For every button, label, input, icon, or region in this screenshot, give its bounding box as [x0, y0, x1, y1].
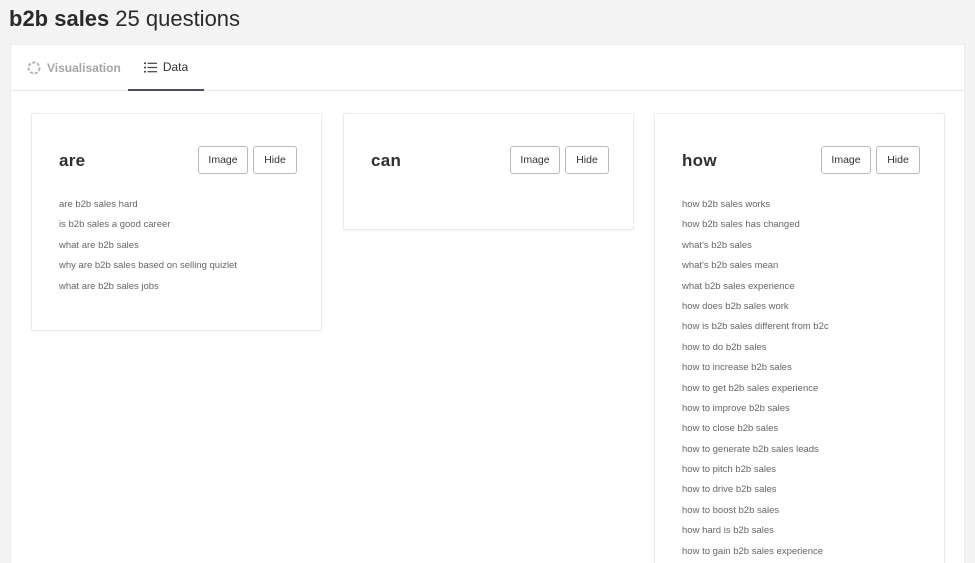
- list-item: what's b2b sales: [682, 239, 752, 251]
- page-title-keyword: b2b sales: [9, 6, 110, 31]
- image-button[interactable]: Image: [198, 146, 248, 174]
- image-button[interactable]: Image: [821, 146, 871, 174]
- tab-visualisation-label: Visualisation: [47, 61, 121, 75]
- list-item: how b2b sales works: [682, 199, 771, 210]
- list-item: how to drive b2b sales: [682, 484, 777, 496]
- card-title: can: [371, 151, 402, 170]
- question-list: are b2b sales hard is b2b sales a good ca…: [59, 198, 237, 300]
- list-item: how b2b sales has changed: [682, 219, 800, 231]
- list-item: how to pitch b2b sales: [682, 464, 777, 476]
- view-tabs: Visualisation Data: [11, 45, 964, 91]
- list-icon: [143, 62, 157, 73]
- list-item: how to close b2b sales: [682, 423, 779, 435]
- list-item: what are b2b sales jobs: [59, 280, 159, 292]
- list-item: what are b2b sales: [59, 239, 139, 251]
- list-item: how to generate b2b sales leads: [682, 443, 819, 455]
- list-item: how to do b2b sales: [682, 341, 767, 353]
- hide-button[interactable]: Hide: [876, 146, 920, 174]
- list-item: how to get b2b sales experience: [682, 382, 819, 394]
- list-item: why are b2b sales based on selling quizl…: [59, 260, 237, 272]
- card-title: are: [59, 151, 86, 170]
- list-item: how to boost b2b sales: [682, 504, 780, 516]
- list-item: how does b2b sales work: [682, 300, 789, 312]
- results-panel: Visualisation Data are Image Hide are b2…: [10, 44, 965, 563]
- list-item: how to improve b2b sales: [682, 402, 790, 414]
- question-count: 25 questions: [115, 6, 241, 31]
- card-title: how: [682, 151, 717, 170]
- list-item: how to increase b2b sales: [682, 362, 792, 374]
- list-item: is b2b sales a good career: [59, 219, 171, 231]
- list-item: how is b2b sales different from b2c: [682, 321, 829, 333]
- list-item: what b2b sales experience: [682, 280, 795, 292]
- page-title: b2b sales 25 questions: [9, 6, 240, 32]
- list-item: how to gain b2b sales experience: [682, 545, 824, 557]
- spinner-circle-icon: [27, 61, 41, 75]
- tab-data[interactable]: Data: [128, 45, 204, 91]
- question-list: how b2b sales works how b2b sales has cha…: [682, 198, 829, 563]
- tab-data-label: Data: [162, 60, 189, 74]
- list-item: are b2b sales hard: [59, 199, 138, 210]
- hide-button[interactable]: Hide: [565, 146, 609, 174]
- hide-button[interactable]: Hide: [253, 146, 297, 174]
- list-item: what's b2b sales mean: [682, 260, 779, 272]
- question-card-are: are Image Hide are b2b sales hard is b2b …: [31, 113, 322, 331]
- question-card-can: can Image Hide: [343, 113, 634, 230]
- image-button[interactable]: Image: [510, 146, 560, 174]
- question-card-how: how Image Hide how b2b sales works how b2…: [654, 113, 945, 563]
- tab-visualisation[interactable]: Visualisation: [27, 45, 125, 91]
- list-item: how hard is b2b sales: [682, 525, 774, 537]
